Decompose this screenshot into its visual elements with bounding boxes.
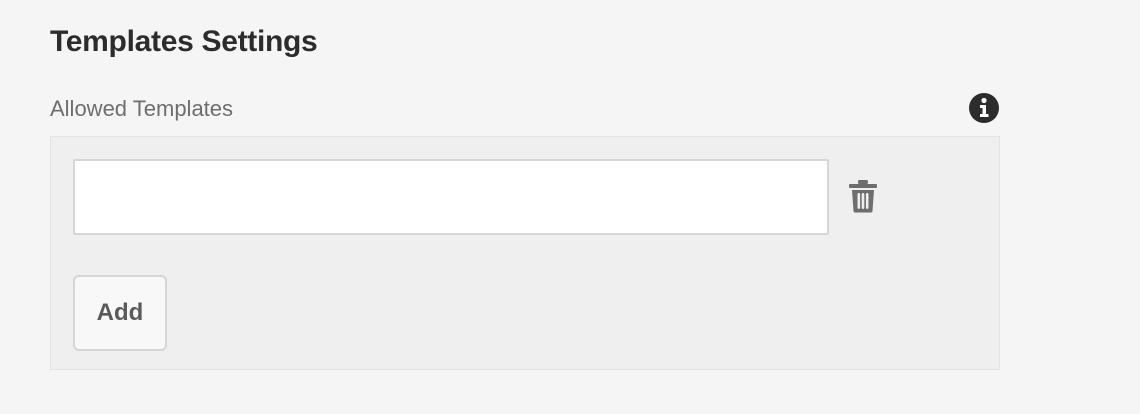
delete-item-button[interactable]: [841, 175, 885, 219]
allowed-template-input[interactable]: [73, 159, 829, 235]
allowed-templates-label: Allowed Templates: [50, 96, 234, 121]
info-icon[interactable]: [968, 92, 1000, 124]
section-title: Templates Settings: [50, 25, 318, 58]
trash-icon: [848, 179, 878, 216]
add-button[interactable]: Add: [73, 275, 167, 351]
allowed-templates-multifield: Add: [50, 136, 1000, 370]
